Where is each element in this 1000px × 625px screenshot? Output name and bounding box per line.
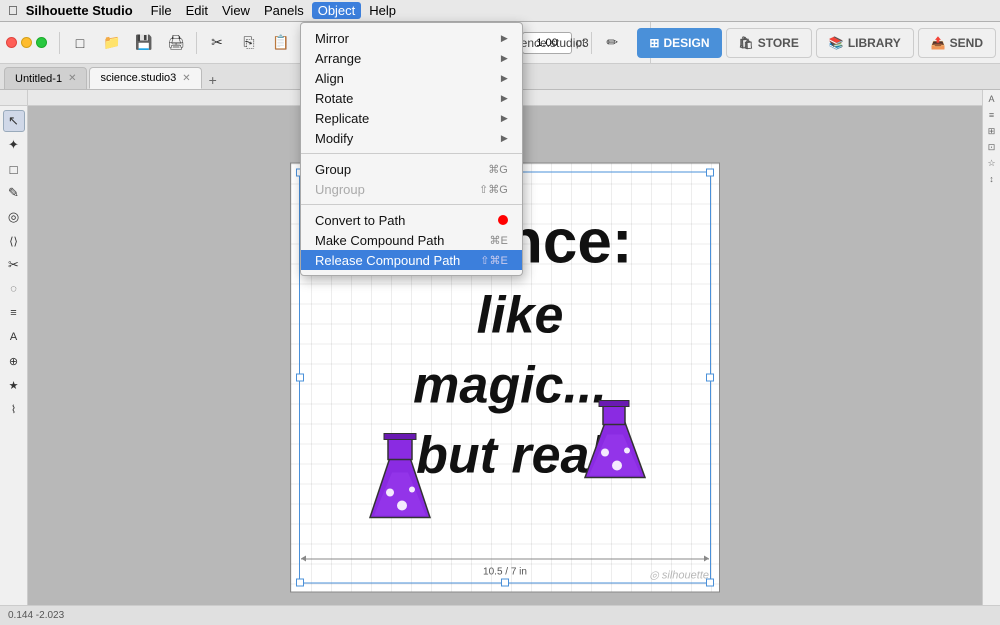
warp-tool[interactable]: ⌇	[3, 398, 25, 420]
right-panel: A ≡ ⊞ ⊡ ☆ ↕	[982, 90, 1000, 605]
fullscreen-button[interactable]	[36, 37, 47, 48]
tab-store[interactable]: 🛍 STORE	[726, 28, 812, 58]
dim-arrow-left	[301, 555, 306, 561]
design-icon: ⊞	[649, 36, 659, 50]
ruler-corner	[0, 90, 28, 106]
pencil-tool-left[interactable]: ✎	[3, 182, 25, 204]
menu-file[interactable]: File	[145, 2, 178, 19]
selection-handle-bl[interactable]	[296, 578, 304, 586]
new-button[interactable]: □	[66, 29, 94, 57]
menu-item-replicate[interactable]: Replicate	[301, 108, 522, 128]
watermark-label: ◎ silhouette	[649, 568, 709, 581]
menu-edit[interactable]: Edit	[180, 2, 214, 19]
window-controls	[6, 37, 47, 48]
apple-logo: 	[8, 3, 18, 18]
doc-tab-close-untitled[interactable]: ✕	[68, 73, 76, 84]
menu-bar:  Silhouette Studio File Edit View Panel…	[0, 0, 1000, 22]
doc-tab-close-science[interactable]: ✕	[182, 73, 190, 84]
dimension-label: 10.5 / 7 in	[483, 566, 527, 577]
toolbar-separator-2	[196, 32, 197, 54]
menu-panels[interactable]: Panels	[258, 2, 310, 19]
fill-tool[interactable]: ≡	[3, 302, 25, 324]
tab-design[interactable]: ⊞ DESIGN	[637, 28, 721, 58]
selection-handle-tr[interactable]	[706, 168, 714, 176]
library-icon: 📚	[829, 36, 844, 50]
cursor-coordinates: 0.144 -2.023	[8, 610, 64, 621]
copy-button[interactable]: ⎘	[235, 29, 263, 57]
panel-transform[interactable]: ↕	[985, 174, 999, 188]
menu-object[interactable]: Object	[312, 2, 362, 19]
menu-item-ungroup: Ungroup ⇧⌘G	[301, 179, 522, 199]
menu-item-mirror[interactable]: Mirror	[301, 28, 522, 48]
menu-section-2: Group ⌘G Ungroup ⇧⌘G	[301, 157, 522, 201]
panel-text[interactable]: A	[985, 94, 999, 108]
node-tool[interactable]: ✦	[3, 134, 25, 156]
convert-indicator	[498, 215, 508, 225]
menu-divider-2	[301, 204, 522, 205]
paste-button[interactable]: 📋	[267, 29, 295, 57]
save-button[interactable]: 💾	[130, 29, 158, 57]
shape-tool[interactable]: ★	[3, 374, 25, 396]
app-name[interactable]: Silhouette Studio	[26, 3, 133, 18]
topbar-right: ⊞ DESIGN 🛍 STORE 📚 LIBRARY 📤 SEND	[650, 22, 1000, 64]
menu-section-1: Mirror Arrange Align Rotate Replicate Mo…	[301, 26, 522, 150]
eraser-tool[interactable]: ◌	[3, 278, 25, 300]
menu-item-make-compound-path[interactable]: Make Compound Path ⌘E	[301, 230, 522, 250]
cut-button[interactable]: ✂	[203, 29, 231, 57]
dim-arrow-right	[704, 555, 709, 561]
store-icon: 🛍	[739, 36, 754, 50]
doc-tab-science[interactable]: science.studio3 ✕	[89, 67, 201, 89]
menu-item-rotate[interactable]: Rotate	[301, 88, 522, 108]
select-tool[interactable]: ↖	[3, 110, 25, 132]
menu-item-modify[interactable]: Modify	[301, 128, 522, 148]
left-toolbar: ↖ ✦ □ ✎ ◎ ⟨⟩ ✂ ◌ ≡ A ⊕ ★ ⌇	[0, 106, 28, 605]
status-bar: 0.144 -2.023	[0, 605, 1000, 625]
menu-section-3: Convert to Path Make Compound Path ⌘E Re…	[301, 208, 522, 272]
circle-tool[interactable]: ◎	[3, 206, 25, 228]
panel-star[interactable]: ☆	[985, 158, 999, 172]
new-tab-button[interactable]: +	[204, 71, 222, 89]
tab-send[interactable]: 📤 SEND	[918, 28, 996, 58]
panel-grid[interactable]: ⊞	[985, 126, 999, 140]
close-button[interactable]	[6, 37, 17, 48]
menu-help[interactable]: Help	[363, 2, 402, 19]
toolbar-separator	[59, 32, 60, 54]
panel-align[interactable]: ≡	[985, 110, 999, 124]
menu-item-convert-to-path[interactable]: Convert to Path	[301, 210, 522, 230]
selection-handle-mr[interactable]	[706, 373, 714, 381]
rectangle-tool[interactable]: □	[3, 158, 25, 180]
print-button[interactable]: 🖨	[162, 29, 190, 57]
menu-item-release-compound-path[interactable]: Release Compound Path ⇧⌘E	[301, 250, 522, 270]
menu-divider-1	[301, 153, 522, 154]
send-icon: 📤	[931, 36, 946, 50]
doc-tab-untitled[interactable]: Untitled-1 ✕	[4, 67, 87, 89]
dimension-line	[301, 558, 709, 559]
menu-item-align[interactable]: Align	[301, 68, 522, 88]
tab-library[interactable]: 📚 LIBRARY	[816, 28, 914, 58]
selection-handle-bm[interactable]	[501, 578, 509, 586]
object-dropdown-menu: Mirror Arrange Align Rotate Replicate Mo…	[300, 22, 523, 276]
text-tool[interactable]: A	[3, 326, 25, 348]
menu-item-arrange[interactable]: Arrange	[301, 48, 522, 68]
knife-tool[interactable]: ✂	[3, 254, 25, 276]
minimize-button[interactable]	[21, 37, 32, 48]
zoom-tool[interactable]: ⊕	[3, 350, 25, 372]
menu-item-group[interactable]: Group ⌘G	[301, 159, 522, 179]
menu-view[interactable]: View	[216, 2, 256, 19]
panel-layers[interactable]: ⊡	[985, 142, 999, 156]
bezier-tool[interactable]: ⟨⟩	[3, 230, 25, 252]
open-button[interactable]: 📁	[98, 29, 126, 57]
selection-handle-ml[interactable]	[296, 373, 304, 381]
